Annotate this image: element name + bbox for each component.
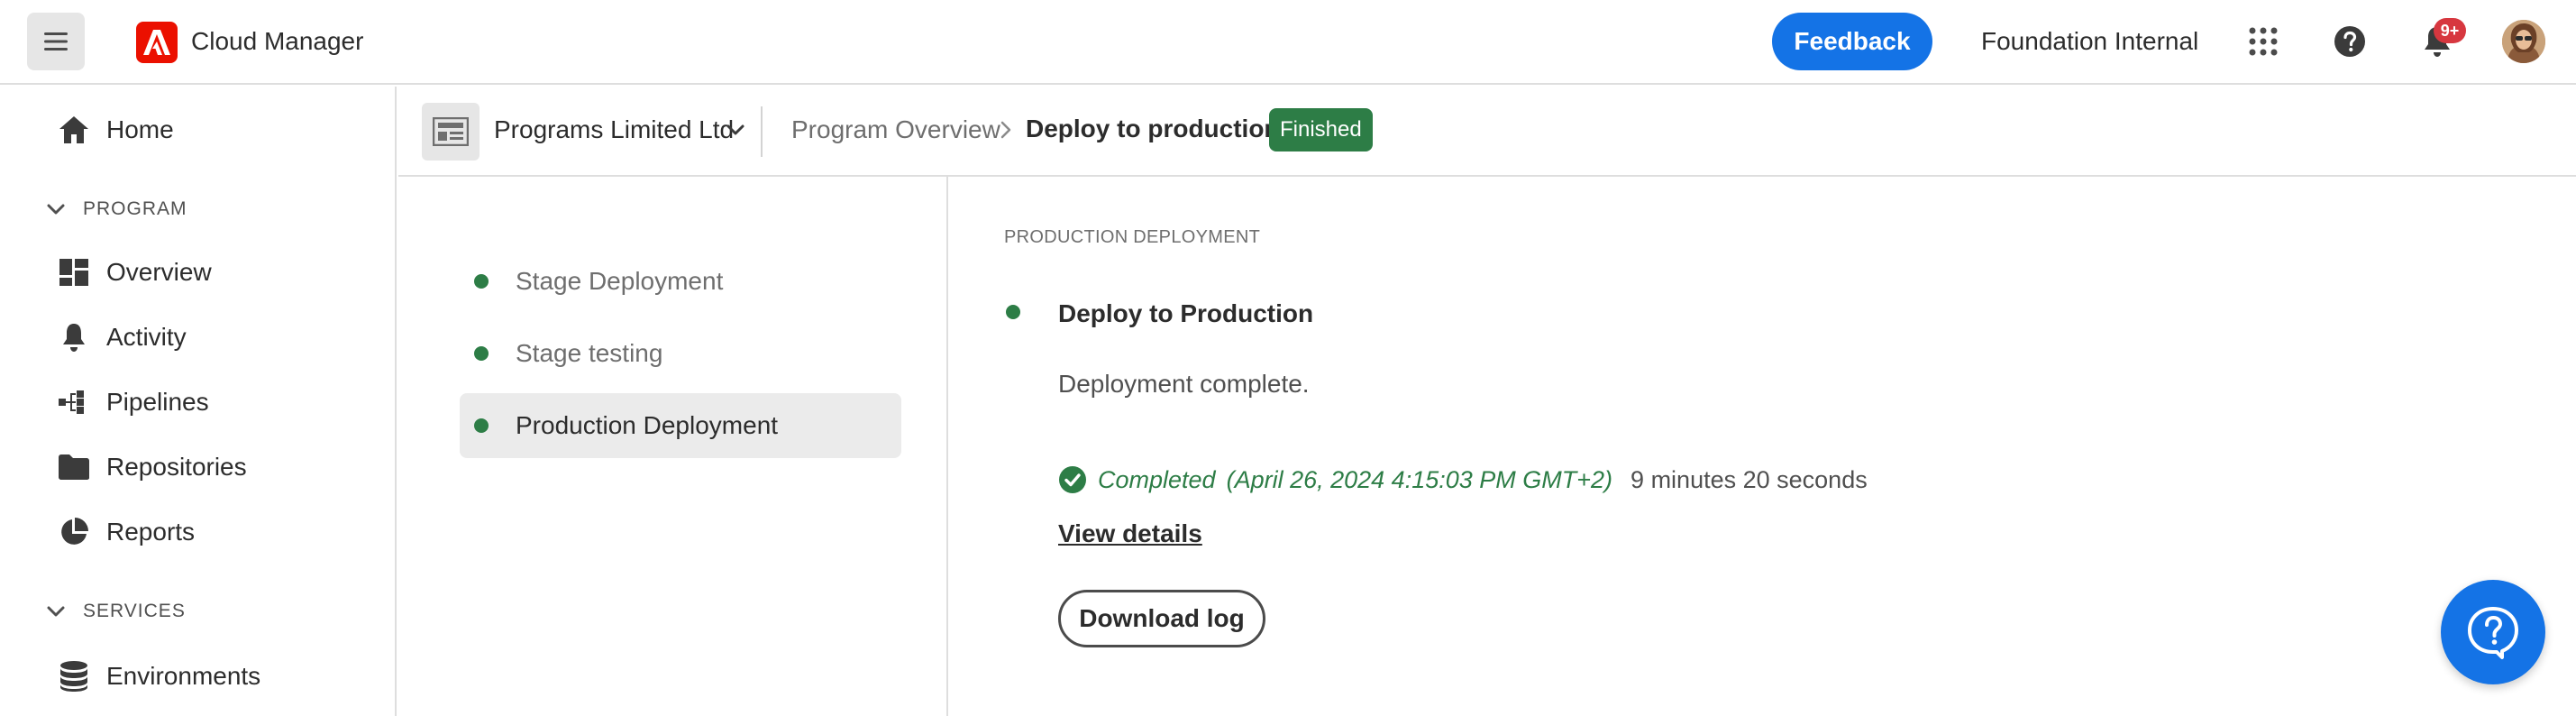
sidebar-item-label: Reports <box>106 518 196 546</box>
apps-grid-icon[interactable] <box>2247 25 2279 58</box>
sidebar-item-label: Home <box>106 115 174 143</box>
help-icon[interactable] <box>2334 25 2366 58</box>
chevron-down-icon[interactable] <box>723 117 748 142</box>
help-chat-icon <box>2468 607 2518 659</box>
step-status-dot <box>474 418 489 433</box>
adobe-logo-icon <box>143 30 170 55</box>
menu-button[interactable] <box>27 13 85 70</box>
sidebar-item-label: Pipelines <box>106 388 209 416</box>
step-status: Completed (April 26, 2024 4:15:03 PM GMT… <box>1058 464 1868 496</box>
chevron-right-icon <box>1000 121 1011 139</box>
status-badge: Finished <box>1269 108 1373 151</box>
step-stage-deployment[interactable]: Stage Deployment <box>460 249 901 314</box>
sidebar-section-label: SERVICES <box>83 601 186 621</box>
sidebar-item-overview[interactable]: Overview <box>58 251 212 294</box>
header-divider <box>761 106 763 157</box>
step-label: Production Deployment <box>516 411 779 439</box>
sidebar-section-program[interactable]: PROGRAM <box>43 193 187 225</box>
user-avatar-image <box>2502 20 2545 63</box>
step-status-dot <box>474 346 489 361</box>
help-chat-button[interactable] <box>2441 580 2545 684</box>
folder-icon <box>58 451 90 483</box>
sidebar-item-label: Repositories <box>106 453 247 481</box>
sidebar-item-label: Environments <box>106 662 261 690</box>
program-icon <box>422 103 480 161</box>
program-switcher[interactable]: Programs Limited Ltd <box>494 115 734 144</box>
duration: 9 minutes 20 seconds <box>1631 465 1868 493</box>
overview-icon <box>58 256 90 289</box>
section-title: PRODUCTION DEPLOYMENT <box>1004 227 1261 247</box>
status-text: Completed <box>1098 465 1216 493</box>
sidebar-item-label: Overview <box>106 258 212 286</box>
sidebar-item-environments[interactable]: Environments <box>58 655 260 698</box>
step-detail-panel: PRODUCTION DEPLOYMENT Deploy to Producti… <box>950 177 2576 716</box>
adobe-logo[interactable] <box>136 22 178 63</box>
bell-icon <box>58 321 90 353</box>
step-production-deployment[interactable]: Production Deployment <box>460 393 901 458</box>
pie-chart-icon <box>58 516 90 548</box>
database-icon <box>58 660 90 693</box>
notification-badge: 9+ <box>2434 18 2466 43</box>
sidebar-section-services[interactable]: SERVICES <box>43 595 186 628</box>
step-label: Stage Deployment <box>516 267 724 295</box>
step-status-dot <box>474 274 489 289</box>
sidebar-item-reports[interactable]: Reports <box>58 510 195 554</box>
chevron-down-icon <box>43 599 69 624</box>
view-details-link[interactable]: View details <box>1058 519 1202 548</box>
breadcrumb-program-overview[interactable]: Program Overview <box>791 115 1000 144</box>
sidebar-item-pipelines[interactable]: Pipelines <box>58 381 209 424</box>
breadcrumb-current: Deploy to production <box>1026 115 1280 142</box>
step-title: Deploy to Production <box>1058 299 1314 327</box>
pipeline-steps: Stage Deployment Stage testing Productio… <box>398 177 948 716</box>
page-header: Programs Limited Ltd Program Overview De… <box>398 87 2576 177</box>
sidebar-item-home[interactable]: Home <box>58 108 174 151</box>
app-name[interactable]: Cloud Manager <box>191 27 363 56</box>
feedback-button[interactable]: Feedback <box>1772 13 1932 70</box>
step-label: Stage testing <box>516 339 663 367</box>
step-stage-testing[interactable]: Stage testing <box>460 321 901 386</box>
pipelines-icon <box>58 386 90 418</box>
checkmark-circle-icon <box>1059 466 1086 493</box>
sidebar: Home PROGRAM Overview Activity Pipelines… <box>0 87 397 716</box>
sidebar-item-activity[interactable]: Activity <box>58 316 187 359</box>
sidebar-item-label: Activity <box>106 323 187 351</box>
step-description: Deployment complete. <box>1058 370 1310 398</box>
menu-icon <box>44 32 68 50</box>
chevron-down-icon <box>43 197 69 222</box>
home-icon <box>58 114 90 146</box>
download-log-button[interactable]: Download log <box>1058 590 1265 647</box>
sidebar-section-label: PROGRAM <box>83 198 187 219</box>
avatar[interactable] <box>2502 20 2545 63</box>
top-bar: Cloud Manager Feedback Foundation Intern… <box>0 0 2576 85</box>
sidebar-item-repositories[interactable]: Repositories <box>58 445 247 489</box>
org-switcher[interactable]: Foundation Internal <box>1981 27 2198 56</box>
status-timestamp: (April 26, 2024 4:15:03 PM GMT+2) <box>1226 465 1613 493</box>
step-status-dot <box>1006 305 1020 319</box>
